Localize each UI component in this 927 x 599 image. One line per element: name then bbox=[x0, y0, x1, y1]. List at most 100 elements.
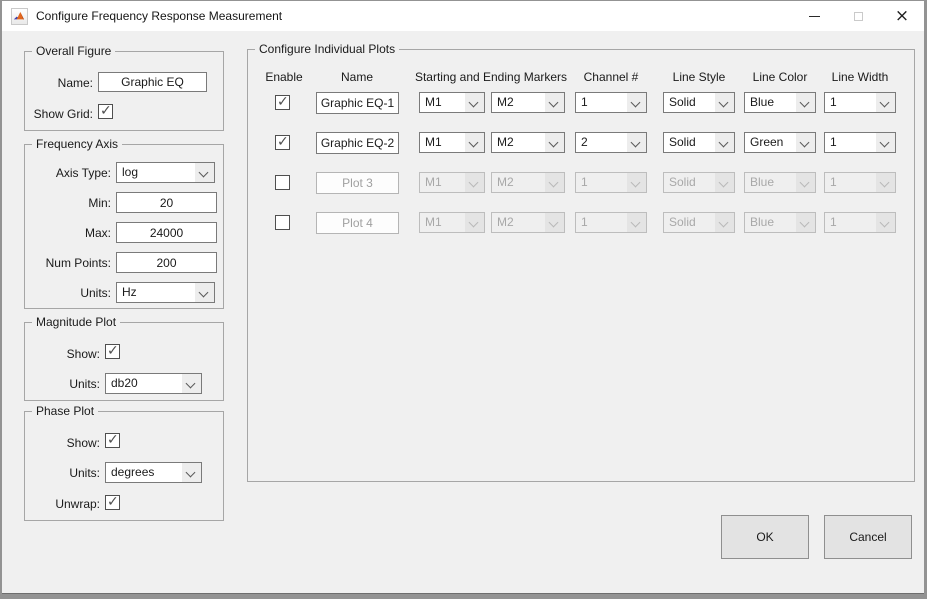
figure-name-input[interactable] bbox=[98, 72, 207, 92]
chevron-down-icon bbox=[182, 463, 201, 482]
phase-units-label: Units: bbox=[25, 466, 100, 480]
dialog-body: Overall Figure Name: Show Grid: Frequenc… bbox=[2, 31, 924, 593]
plot1-line-style-select[interactable]: Solid bbox=[663, 92, 735, 113]
titlebar[interactable]: Configure Frequency Response Measurement… bbox=[2, 1, 924, 31]
plot2-marker-end-select[interactable]: M2 bbox=[491, 132, 565, 153]
window-frame: Configure Frequency Response Measurement… bbox=[0, 0, 927, 599]
min-input[interactable] bbox=[116, 192, 217, 213]
chevron-down-icon bbox=[545, 213, 564, 232]
plot2-name-input[interactable] bbox=[316, 132, 399, 154]
phase-units-value: degrees bbox=[111, 463, 154, 482]
dialog-window: Configure Frequency Response Measurement… bbox=[2, 1, 924, 593]
plot-row-1: M1 M2 1 Solid Blue 1 bbox=[248, 92, 914, 116]
plot3-name-input bbox=[316, 172, 399, 194]
chevron-down-icon bbox=[545, 133, 564, 152]
close-icon: × bbox=[895, 8, 909, 25]
ok-button[interactable]: OK bbox=[721, 515, 809, 559]
chevron-down-icon bbox=[876, 213, 895, 232]
unwrap-checkbox[interactable] bbox=[105, 495, 120, 510]
chevron-down-icon bbox=[715, 173, 734, 192]
overall-figure-group-title: Overall Figure bbox=[32, 44, 115, 58]
plot1-enable-checkbox[interactable] bbox=[275, 95, 290, 110]
max-label: Max: bbox=[25, 226, 111, 240]
plot3-enable-checkbox[interactable] bbox=[275, 175, 290, 190]
figure-name-label: Name: bbox=[25, 76, 93, 90]
chevron-down-icon bbox=[465, 213, 484, 232]
plot1-marker-end-select[interactable]: M2 bbox=[491, 92, 565, 113]
line-color-column-header: Line Color bbox=[739, 70, 821, 84]
close-button[interactable]: × bbox=[880, 1, 924, 31]
configure-individual-plots-title: Configure Individual Plots bbox=[255, 42, 399, 56]
chevron-down-icon bbox=[876, 133, 895, 152]
plot4-enable-checkbox[interactable] bbox=[275, 215, 290, 230]
chevron-down-icon bbox=[465, 173, 484, 192]
chevron-down-icon bbox=[195, 163, 214, 182]
chevron-down-icon bbox=[627, 213, 646, 232]
magnitude-units-value: db20 bbox=[111, 374, 138, 393]
window-title: Configure Frequency Response Measurement bbox=[36, 9, 282, 23]
num-points-input[interactable] bbox=[116, 252, 217, 273]
enable-column-header: Enable bbox=[256, 70, 312, 84]
freq-units-select[interactable]: Hz bbox=[116, 282, 215, 303]
chevron-down-icon bbox=[715, 93, 734, 112]
plot2-line-style-select[interactable]: Solid bbox=[663, 132, 735, 153]
window-controls: × bbox=[792, 1, 924, 31]
chevron-down-icon bbox=[627, 93, 646, 112]
matlab-logo-icon bbox=[11, 8, 28, 25]
max-input[interactable] bbox=[116, 222, 217, 243]
chevron-down-icon bbox=[876, 173, 895, 192]
plot1-name-input[interactable] bbox=[316, 92, 399, 114]
min-label: Min: bbox=[25, 196, 111, 210]
line-style-column-header: Line Style bbox=[658, 70, 740, 84]
plot4-name-input bbox=[316, 212, 399, 234]
plot-row-2: M1 M2 2 Solid Green 1 bbox=[248, 132, 914, 156]
plot2-enable-checkbox[interactable] bbox=[275, 135, 290, 150]
chevron-down-icon bbox=[545, 93, 564, 112]
frequency-axis-group: Frequency Axis Axis Type: log Min: Max: … bbox=[24, 144, 224, 309]
cancel-button[interactable]: Cancel bbox=[824, 515, 912, 559]
minimize-button[interactable] bbox=[792, 1, 836, 31]
plot2-line-color-select[interactable]: Green bbox=[744, 132, 816, 153]
plot4-line-color-select: Blue bbox=[744, 212, 816, 233]
chevron-down-icon bbox=[715, 133, 734, 152]
plot1-line-color-select[interactable]: Blue bbox=[744, 92, 816, 113]
axis-type-value: log bbox=[122, 163, 138, 182]
plot4-channel-select: 1 bbox=[575, 212, 647, 233]
freq-units-value: Hz bbox=[122, 283, 137, 302]
chevron-down-icon bbox=[796, 213, 815, 232]
show-grid-label: Show Grid: bbox=[25, 107, 93, 121]
plot4-marker-start-select: M1 bbox=[419, 212, 485, 233]
plot1-channel-select[interactable]: 1 bbox=[575, 92, 647, 113]
minimize-icon bbox=[809, 16, 820, 17]
chevron-down-icon bbox=[545, 173, 564, 192]
plot-row-3: M1 M2 1 Solid Blue 1 bbox=[248, 172, 914, 196]
chevron-down-icon bbox=[715, 213, 734, 232]
plot2-marker-start-select[interactable]: M1 bbox=[419, 132, 485, 153]
plot4-line-width-select: 1 bbox=[824, 212, 896, 233]
phase-plot-group: Phase Plot Show: Units: degrees Unwrap: bbox=[24, 411, 224, 521]
channel-column-header: Channel # bbox=[575, 70, 647, 84]
chevron-down-icon bbox=[796, 173, 815, 192]
chevron-down-icon bbox=[627, 173, 646, 192]
frequency-axis-group-title: Frequency Axis bbox=[32, 137, 122, 151]
phase-plot-group-title: Phase Plot bbox=[32, 404, 98, 418]
axis-type-select[interactable]: log bbox=[116, 162, 215, 183]
plot1-line-width-select[interactable]: 1 bbox=[824, 92, 896, 113]
markers-column-header: Starting and Ending Markers bbox=[411, 70, 571, 84]
magnitude-units-label: Units: bbox=[25, 377, 100, 391]
chevron-down-icon bbox=[796, 93, 815, 112]
magnitude-show-checkbox[interactable] bbox=[105, 344, 120, 359]
plot2-channel-select[interactable]: 2 bbox=[575, 132, 647, 153]
magnitude-units-select[interactable]: db20 bbox=[105, 373, 202, 394]
magnitude-show-label: Show: bbox=[25, 347, 100, 361]
plot3-line-style-select: Solid bbox=[663, 172, 735, 193]
plot1-marker-start-select[interactable]: M1 bbox=[419, 92, 485, 113]
configure-individual-plots-group: Configure Individual Plots Enable Name S… bbox=[247, 49, 915, 482]
show-grid-checkbox[interactable] bbox=[98, 104, 113, 119]
phase-units-select[interactable]: degrees bbox=[105, 462, 202, 483]
chevron-down-icon bbox=[796, 133, 815, 152]
magnitude-plot-group: Magnitude Plot Show: Units: db20 bbox=[24, 322, 224, 401]
overall-figure-group: Overall Figure Name: Show Grid: bbox=[24, 51, 224, 131]
plot2-line-width-select[interactable]: 1 bbox=[824, 132, 896, 153]
phase-show-checkbox[interactable] bbox=[105, 433, 120, 448]
